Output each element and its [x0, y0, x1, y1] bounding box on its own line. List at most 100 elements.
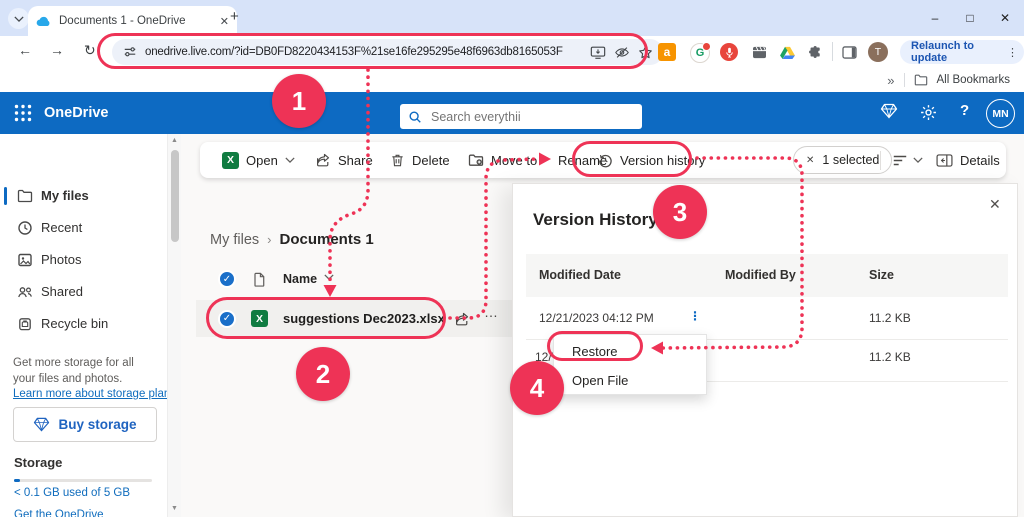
version-menu-kebab-icon[interactable]: ⋮	[689, 309, 701, 323]
version-size: 11.2 KB	[869, 311, 911, 325]
details-pane-icon	[936, 154, 953, 167]
open-button[interactable]: X Open	[222, 142, 295, 178]
more-actions-icon[interactable]: …	[484, 304, 498, 320]
panel-close-icon[interactable]: ✕	[989, 196, 1001, 213]
list-header-row: ✓ Name	[196, 263, 512, 295]
chevron-down-icon	[285, 157, 295, 163]
breadcrumb: My files › Documents 1	[210, 231, 374, 248]
app-launcher-waffle-icon[interactable]	[14, 104, 32, 122]
address-bar[interactable]: onedrive.live.com/?id=DB0FD8220434153F%2…	[112, 39, 663, 65]
google-drive-icon	[780, 46, 795, 59]
open-label: Open	[246, 152, 278, 168]
row-checkbox[interactable]: ✓	[218, 309, 236, 328]
version-history-button[interactable]: Version history	[598, 142, 705, 178]
menu-item-open-file[interactable]: Open File	[572, 373, 628, 388]
search-icon	[408, 110, 422, 124]
extensions-menu-button[interactable]	[806, 43, 824, 61]
selection-count-pill[interactable]: ✕ 1 selected	[793, 146, 893, 174]
extension-recorder-icon[interactable]	[720, 43, 738, 61]
chevron-down-icon[interactable]	[324, 274, 334, 280]
browser-menu-kebab-icon[interactable]: ⋮	[1007, 46, 1018, 59]
folder-move-icon	[468, 152, 484, 168]
scroll-down-icon[interactable]: ▼	[171, 505, 178, 512]
tab-search-button[interactable]	[8, 8, 29, 29]
side-panel-button[interactable]	[840, 43, 858, 61]
delete-button[interactable]: Delete	[390, 142, 450, 178]
sidebar-item-my-files[interactable]: My files	[0, 181, 167, 211]
new-tab-button[interactable]: +	[230, 8, 239, 25]
maximize-button[interactable]: □	[959, 8, 981, 28]
bookmarks-bar: » All Bookmarks	[0, 68, 1024, 93]
tab-close-icon[interactable]: ✕	[220, 15, 229, 28]
close-window-button[interactable]: ✕	[994, 8, 1016, 28]
clear-selection-icon[interactable]: ✕	[806, 155, 814, 166]
excel-file-icon: X	[251, 310, 268, 327]
diamond-icon	[33, 417, 50, 432]
relaunch-to-update-button[interactable]: Relaunch to update ⋮	[900, 40, 1024, 64]
version-context-menu: Restore Open File	[553, 334, 707, 395]
extension-drive-icon[interactable]	[778, 43, 796, 61]
all-bookmarks-label[interactable]: All Bookmarks	[937, 74, 1011, 86]
bookmark-star-icon[interactable]	[638, 45, 653, 60]
sidebar-label: Recent	[41, 220, 83, 235]
excel-file-icon: X	[222, 151, 239, 169]
extension-amazon-icon[interactable]: a	[658, 43, 676, 61]
side-panel-icon	[842, 46, 857, 59]
eye-off-icon[interactable]	[614, 46, 630, 59]
onedrive-brand[interactable]: OneDrive	[44, 92, 108, 134]
sort-button[interactable]	[892, 142, 923, 178]
menu-item-restore[interactable]: Restore	[572, 344, 618, 359]
reload-button[interactable]: ↻	[84, 42, 96, 59]
account-avatar[interactable]: MN	[986, 99, 1015, 128]
version-size: 11.2 KB	[869, 350, 911, 364]
sidebar-item-recent[interactable]: Recent	[0, 213, 167, 243]
share-icon[interactable]	[454, 311, 470, 327]
folder-icon	[17, 188, 33, 204]
share-label: Share	[338, 152, 373, 168]
browser-tab[interactable]: Documents 1 - OneDrive ✕	[28, 6, 237, 36]
tab-title: Documents 1 - OneDrive	[59, 15, 186, 27]
recycle-bin-icon	[17, 316, 33, 332]
sidebar-item-shared[interactable]: Shared	[0, 277, 167, 307]
column-modified-by: Modified By	[725, 268, 796, 282]
forward-button[interactable]: →	[50, 42, 64, 58]
install-app-icon[interactable]	[590, 45, 606, 60]
chevron-down-icon	[14, 16, 24, 22]
storage-promo-text: Get more storage for all your files and …	[13, 357, 134, 385]
scrollbar-thumb[interactable]	[170, 150, 179, 242]
scroll-up-icon[interactable]: ▲	[171, 137, 178, 144]
file-name[interactable]: suggestions Dec2023.xlsx	[283, 311, 445, 326]
browser-profile-avatar[interactable]: T	[868, 42, 888, 62]
help-button[interactable]: ?	[960, 102, 969, 119]
search-box[interactable]	[400, 104, 642, 129]
search-input[interactable]	[429, 108, 603, 125]
name-column-header[interactable]: Name	[283, 272, 317, 286]
move-to-button[interactable]: Move to	[468, 142, 537, 178]
minimize-button[interactable]: –	[924, 8, 946, 28]
extension-clapper-icon[interactable]	[750, 43, 768, 61]
storage-usage-link[interactable]: < 0.1 GB used of 5 GB	[14, 487, 130, 499]
overflow-bookmarks-icon[interactable]: »	[887, 73, 894, 88]
get-onedrive-link[interactable]: Get the OneDrive	[14, 509, 103, 517]
settings-gear-icon[interactable]	[920, 104, 937, 121]
bookmarks-divider	[903, 73, 905, 87]
history-icon	[598, 153, 613, 168]
command-bar: X Open Share Delete Move to Rename Versi…	[200, 142, 1006, 178]
sidebar-label: My files	[41, 188, 89, 203]
share-button[interactable]: Share	[315, 142, 373, 178]
sidebar-scrollbar[interactable]: ▲ ▼	[167, 134, 181, 517]
sidebar-item-recycle-bin[interactable]: Recycle bin	[0, 309, 167, 339]
breadcrumb-root[interactable]: My files	[210, 232, 259, 248]
url-text[interactable]: onedrive.live.com/?id=DB0FD8220434153F%2…	[145, 46, 582, 58]
premium-diamond-icon[interactable]	[880, 103, 898, 119]
file-row[interactable]: ✓ X suggestions Dec2023.xlsx …	[196, 300, 512, 337]
back-button[interactable]: ←	[18, 42, 32, 58]
select-all-checkbox[interactable]: ✓	[218, 270, 236, 288]
sidebar-label: Photos	[41, 252, 82, 267]
buy-storage-button[interactable]: Buy storage	[13, 407, 157, 442]
extension-grammarly-icon[interactable]: G	[690, 42, 711, 63]
details-button[interactable]: Details	[936, 142, 1000, 178]
storage-progress-bar	[14, 479, 152, 482]
storage-plans-link[interactable]: Learn more about storage plans.	[13, 388, 179, 400]
sidebar-item-photos[interactable]: Photos	[0, 245, 167, 275]
